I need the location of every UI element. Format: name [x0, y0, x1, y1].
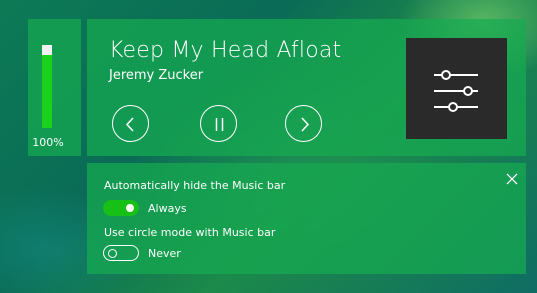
previous-button[interactable] — [112, 105, 149, 142]
volume-panel: 100% — [28, 19, 81, 156]
auto-hide-toggle[interactable] — [103, 200, 139, 216]
track-title: Keep My Head Afloat — [109, 38, 342, 63]
close-icon[interactable] — [505, 172, 519, 186]
album-art[interactable] — [406, 38, 507, 139]
volume-slider-thumb[interactable] — [42, 45, 52, 55]
next-button[interactable] — [285, 105, 322, 142]
volume-percent-label: 100% — [32, 136, 64, 149]
chevron-right-icon — [301, 117, 310, 132]
pause-button[interactable] — [200, 105, 237, 142]
settings-panel: Automatically hide the Music bar Always … — [87, 163, 526, 274]
equalizer-sliders-icon — [434, 70, 478, 112]
now-playing-panel: Keep My Head Afloat Jeremy Zucker — [87, 19, 526, 156]
circle-mode-toggle[interactable] — [103, 245, 139, 261]
volume-slider[interactable] — [42, 45, 52, 128]
chevron-left-icon — [125, 117, 134, 132]
circle-mode-value: Never — [148, 247, 181, 260]
auto-hide-value: Always — [148, 202, 187, 215]
auto-hide-label: Automatically hide the Music bar — [104, 179, 286, 192]
toggle-knob — [108, 248, 117, 258]
circle-mode-label: Use circle mode with Music bar — [104, 226, 276, 239]
toggle-knob — [126, 204, 134, 212]
pause-icon — [215, 118, 224, 131]
track-artist: Jeremy Zucker — [109, 68, 204, 83]
